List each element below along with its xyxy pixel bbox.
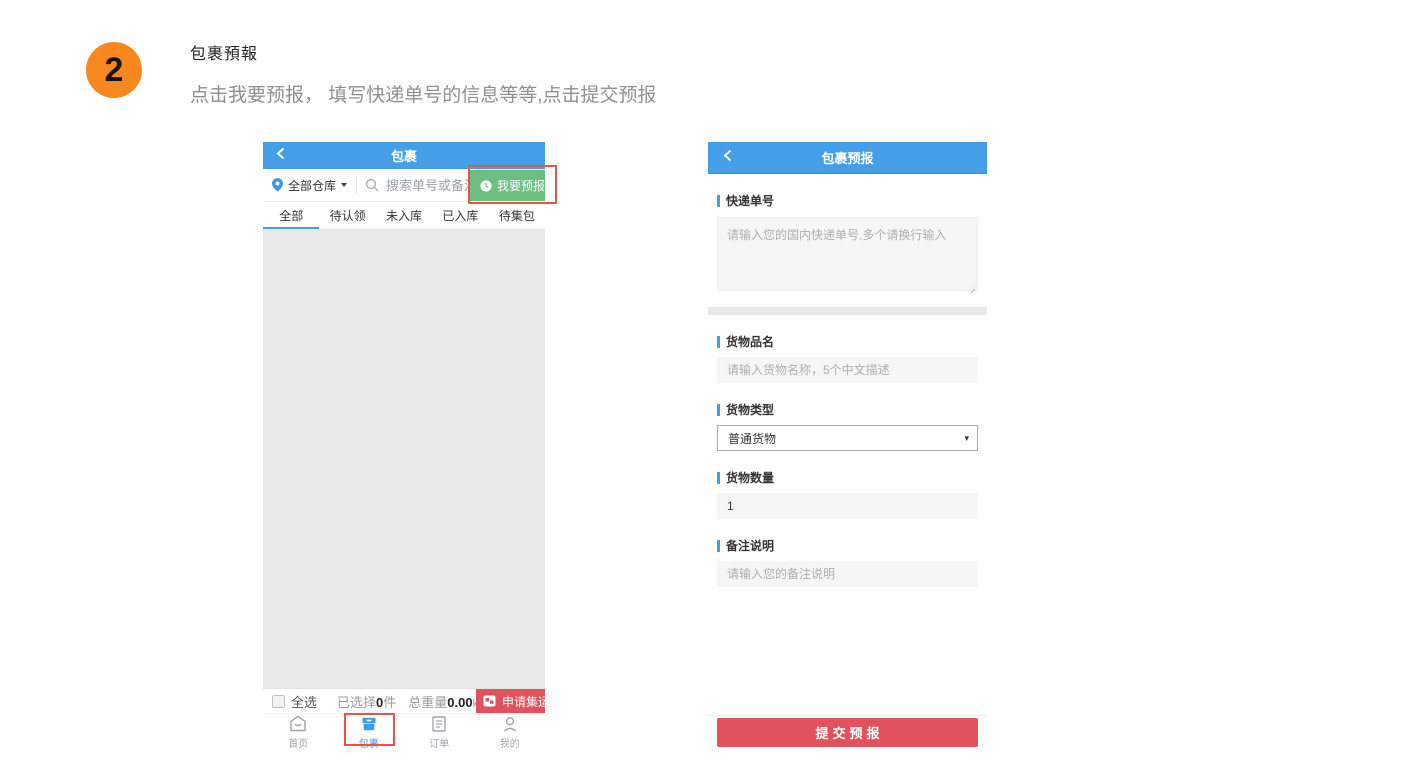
location-pin-icon (272, 178, 283, 192)
forecast-button[interactable]: 我要预报 (470, 170, 545, 201)
nav-label-home: 首页 (288, 735, 308, 750)
nav-item-home[interactable]: 首页 (263, 714, 334, 750)
order-list-icon (429, 714, 449, 734)
search-icon (365, 178, 379, 192)
packages-header: 包裹 (263, 142, 545, 169)
goods-name-input[interactable] (717, 357, 978, 383)
section-separator (708, 307, 987, 315)
chevron-down-icon: ▾ (964, 433, 969, 444)
page-subtitle: 点击我要预报， 填写快递单号的信息等等,点击提交预报 (190, 80, 657, 107)
search-bar: 全部仓库 我要预报 (263, 169, 545, 202)
consolidate-button[interactable]: 申请集运 (476, 689, 545, 713)
back-button[interactable] (276, 142, 285, 169)
selected-count-text: 已选择0件 (337, 692, 396, 711)
select-all-label: 全选 (291, 692, 317, 711)
tracking-number-field-wrap (717, 217, 978, 296)
submit-forecast-button[interactable]: 提交预报 (717, 718, 978, 747)
empty-package-list (263, 229, 545, 688)
warehouse-filter-dropdown[interactable]: 全部仓库 (272, 177, 347, 194)
forecast-form: 快递单号 货物品名 货物类型 普通货物 ▾ 货物数量 (708, 174, 987, 715)
label-accent-bar (717, 404, 720, 416)
remark-input[interactable] (717, 561, 978, 587)
goods-name-label: 货物品名 (717, 333, 978, 350)
label-accent-bar (717, 540, 720, 552)
packages-title: 包裹 (391, 146, 417, 165)
goods-type-selected-value: 普通货物 (728, 430, 776, 447)
step-text-block: 包裹預報 点击我要预报， 填写快递单号的信息等等,点击提交预报 (190, 40, 657, 107)
label-accent-bar (717, 336, 720, 348)
clock-icon (480, 180, 492, 192)
tab-to-consolidate[interactable]: 待集包 (489, 202, 545, 228)
bottom-nav: 首页 包裹 订单 我的 (263, 713, 545, 750)
forecast-form-screen: 包裹预报 快递单号 货物品名 货物类型 普通货物 (708, 142, 987, 750)
nav-item-orders[interactable]: 订单 (404, 714, 475, 750)
goods-quantity-label: 货物数量 (717, 469, 978, 486)
goods-quantity-input[interactable] (717, 493, 978, 519)
back-button[interactable] (723, 142, 732, 173)
tutorial-page: 2 包裹預報 点击我要预报， 填写快递单号的信息等等,点击提交预报 包裹 全部仓… (0, 0, 1417, 768)
chevron-left-icon (276, 147, 285, 165)
forecast-header: 包裹预报 (708, 142, 987, 174)
divider (356, 176, 357, 194)
consolidate-button-label: 申请集运 (502, 693, 545, 710)
home-icon (288, 714, 308, 734)
forecast-title: 包裹预报 (821, 148, 873, 167)
label-accent-bar (717, 195, 720, 207)
tab-in-warehouse[interactable]: 已入库 (432, 202, 488, 228)
warehouse-filter-label: 全部仓库 (288, 177, 336, 194)
nav-label-me: 我的 (500, 735, 520, 750)
nav-item-packages[interactable]: 包裹 (334, 714, 405, 750)
package-tabs: 全部 待认领 未入库 已入库 待集包 (263, 202, 545, 229)
nav-label-packages: 包裹 (359, 735, 379, 750)
nav-item-me[interactable]: 我的 (475, 714, 546, 750)
spacer (717, 587, 978, 715)
tracking-number-label: 快递单号 (717, 192, 978, 209)
packages-screen: 包裹 全部仓库 我要预报 全部 待认 (263, 142, 545, 750)
user-icon (500, 714, 520, 734)
step-number-badge: 2 (86, 42, 142, 98)
remark-label: 备注说明 (717, 537, 978, 554)
nav-label-orders: 订单 (429, 735, 449, 750)
total-weight-text: 总重量0.00kg (408, 692, 484, 711)
tab-not-in-warehouse[interactable]: 未入库 (376, 202, 432, 228)
label-accent-bar (717, 472, 720, 484)
consolidation-box-icon (483, 695, 496, 707)
forecast-footer: 提交预报 (708, 715, 987, 750)
chevron-left-icon (723, 149, 732, 167)
tab-all[interactable]: 全部 (263, 202, 319, 228)
package-box-icon (359, 714, 379, 734)
tracking-number-textarea[interactable] (717, 217, 978, 291)
page-title: 包裹預報 (190, 40, 657, 64)
select-all-checkbox[interactable] (272, 695, 285, 708)
selection-action-bar: 全选 已选择0件 总重量0.00kg 申请集运 (263, 688, 545, 713)
tab-to-claim[interactable]: 待认领 (319, 202, 375, 228)
forecast-button-label: 我要预报 (497, 177, 545, 194)
goods-type-label: 货物类型 (717, 401, 978, 418)
caret-down-icon (341, 183, 347, 187)
goods-type-select[interactable]: 普通货物 ▾ (717, 425, 978, 451)
